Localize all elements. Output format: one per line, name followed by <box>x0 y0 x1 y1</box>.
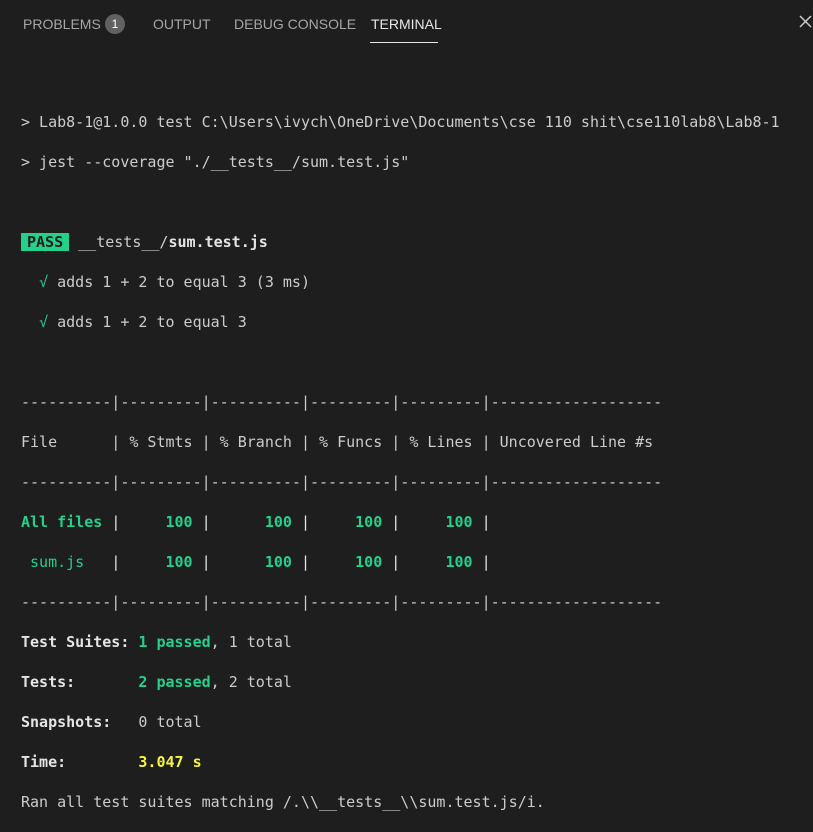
command-line-2: > jest --coverage "./__tests__/sum.test.… <box>21 153 410 171</box>
row-file: sum.js <box>21 553 112 571</box>
test-result: √ adds 1 + 2 to equal 3 (3 ms) <box>21 272 813 292</box>
terminal-line: PASS __tests__/sum.test.js <box>21 232 813 252</box>
table-row: All files | 100 | 100 | 100 | 100 | <box>21 513 663 531</box>
test-dir: __tests__/ <box>78 233 169 251</box>
test-name: adds 1 + 2 to equal 3 (3 ms) <box>57 273 310 291</box>
terminal-output[interactable]: > Lab8-1@1.0.0 test C:\Users\ivych\OneDr… <box>21 92 813 811</box>
command-line-1: > Lab8-1@1.0.0 test C:\Users\ivych\OneDr… <box>21 113 780 131</box>
test-file: sum.test.js <box>168 233 268 251</box>
summary-tests: Tests: 2 passed, 2 total <box>21 673 292 691</box>
check-icon: √ <box>39 313 49 331</box>
panel-tab-bar: PROBLEMS 1 OUTPUT DEBUG CONSOLE TERMINAL <box>0 0 813 50</box>
tab-terminal[interactable]: TERMINAL <box>371 16 442 32</box>
table-row: sum.js | 100 | 100 | 100 | 100 | <box>21 553 663 571</box>
summary-time: Time: 3.047 s <box>21 753 202 771</box>
test-name: adds 1 + 2 to equal 3 <box>57 313 247 331</box>
ran-all-line: Ran all test suites matching /.\\__tests… <box>21 793 545 811</box>
check-icon: √ <box>39 273 49 291</box>
active-tab-indicator <box>370 42 438 43</box>
summary-suites: Test Suites: 1 passed, 1 total <box>21 633 292 651</box>
table-separator: ----------|---------|----------|--------… <box>21 593 663 611</box>
tab-debug-console[interactable]: DEBUG CONSOLE <box>234 16 356 32</box>
test-result: √ adds 1 + 2 to equal 3 <box>21 312 813 332</box>
problems-count-badge: 1 <box>105 14 125 34</box>
table-header: File | % Stmts | % Branch | % Funcs | % … <box>21 433 663 451</box>
tab-output[interactable]: OUTPUT <box>153 16 211 32</box>
table-separator: ----------|---------|----------|--------… <box>21 473 663 491</box>
row-file: All files <box>21 513 112 531</box>
terminal-line: > Lab8-1@1.0.0 test C:\Users\ivych\OneDr… <box>21 112 813 132</box>
table-separator: ----------|---------|----------|--------… <box>21 393 663 411</box>
summary-snapshots: Snapshots: 0 total <box>21 713 202 731</box>
pass-badge: PASS <box>21 233 70 251</box>
terminal-line: > jest --coverage "./__tests__/sum.test.… <box>21 152 813 172</box>
tab-problems[interactable]: PROBLEMS <box>23 16 101 32</box>
close-icon[interactable] <box>798 14 813 29</box>
